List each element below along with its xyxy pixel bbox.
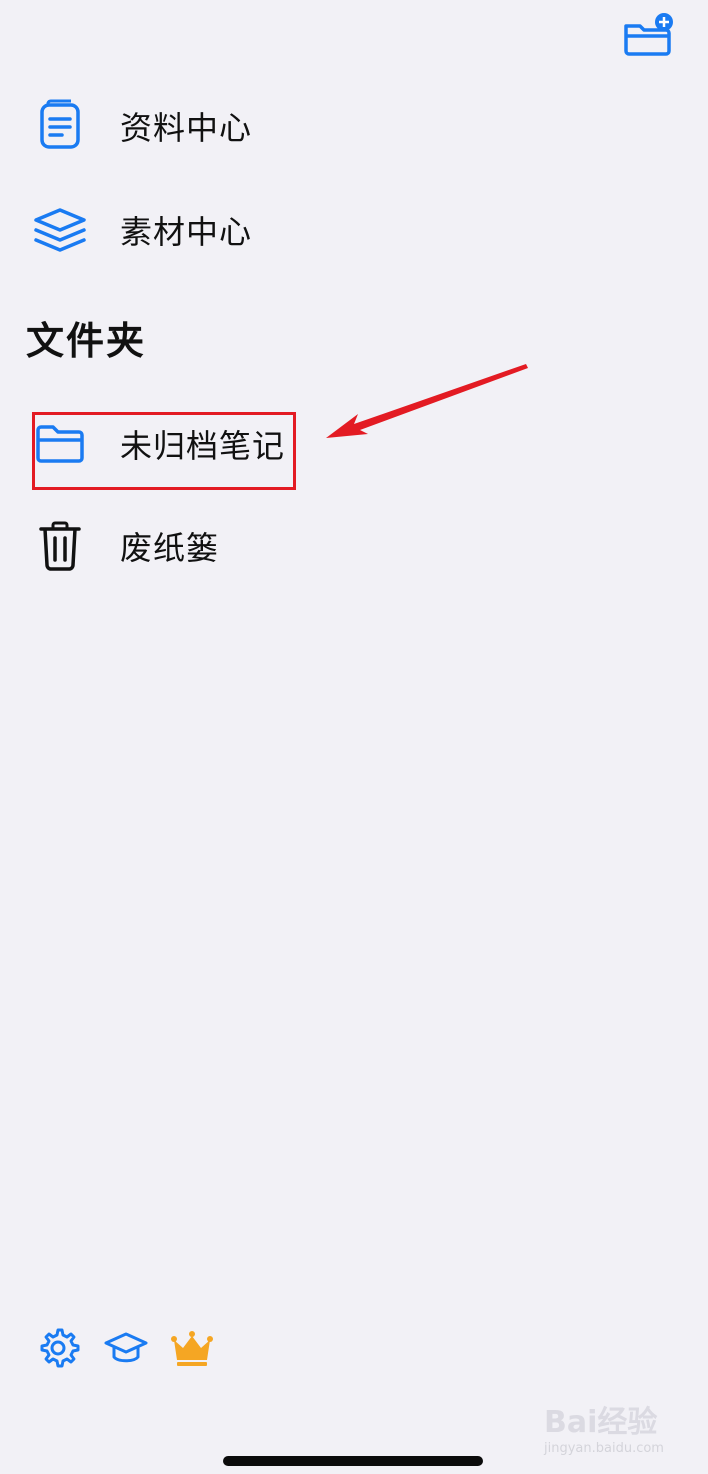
sidebar-item-material-center[interactable]: 素材中心 [28,190,448,270]
trash-icon [28,514,92,578]
baidu-watermark: Bai经验 jingyan.baidu.com [543,1405,664,1456]
crown-icon [171,1331,213,1366]
sidebar-item-label: 素材中心 [120,213,253,251]
folder-icon [28,412,92,476]
svg-text:Bai经验: Bai经验 [544,1405,657,1440]
folder-item-label: 废纸篓 [120,529,220,567]
tutorial-button[interactable] [104,1326,148,1370]
graduation-cap-icon [104,1332,148,1363]
settings-button[interactable] [36,1326,80,1370]
folder-item-label: 未归档笔记 [120,427,286,465]
gear-icon [40,1328,80,1368]
sidebar-item-label: 资料中心 [120,109,253,147]
folder-item-trash[interactable]: 废纸篓 [28,506,448,586]
sidebar-item-resource-center[interactable]: 资料中心 [28,86,448,166]
premium-button[interactable] [170,1326,214,1370]
document-icon [28,94,92,158]
home-indicator[interactable] [223,1456,483,1466]
folder-plus-icon [624,13,673,56]
layers-icon [28,198,92,262]
annotation-arrow-icon [326,364,528,438]
svg-text:jingyan.baidu.com: jingyan.baidu.com [543,1441,664,1456]
folders-section-title: 文件夹 [26,319,147,363]
add-folder-button[interactable] [620,10,676,58]
